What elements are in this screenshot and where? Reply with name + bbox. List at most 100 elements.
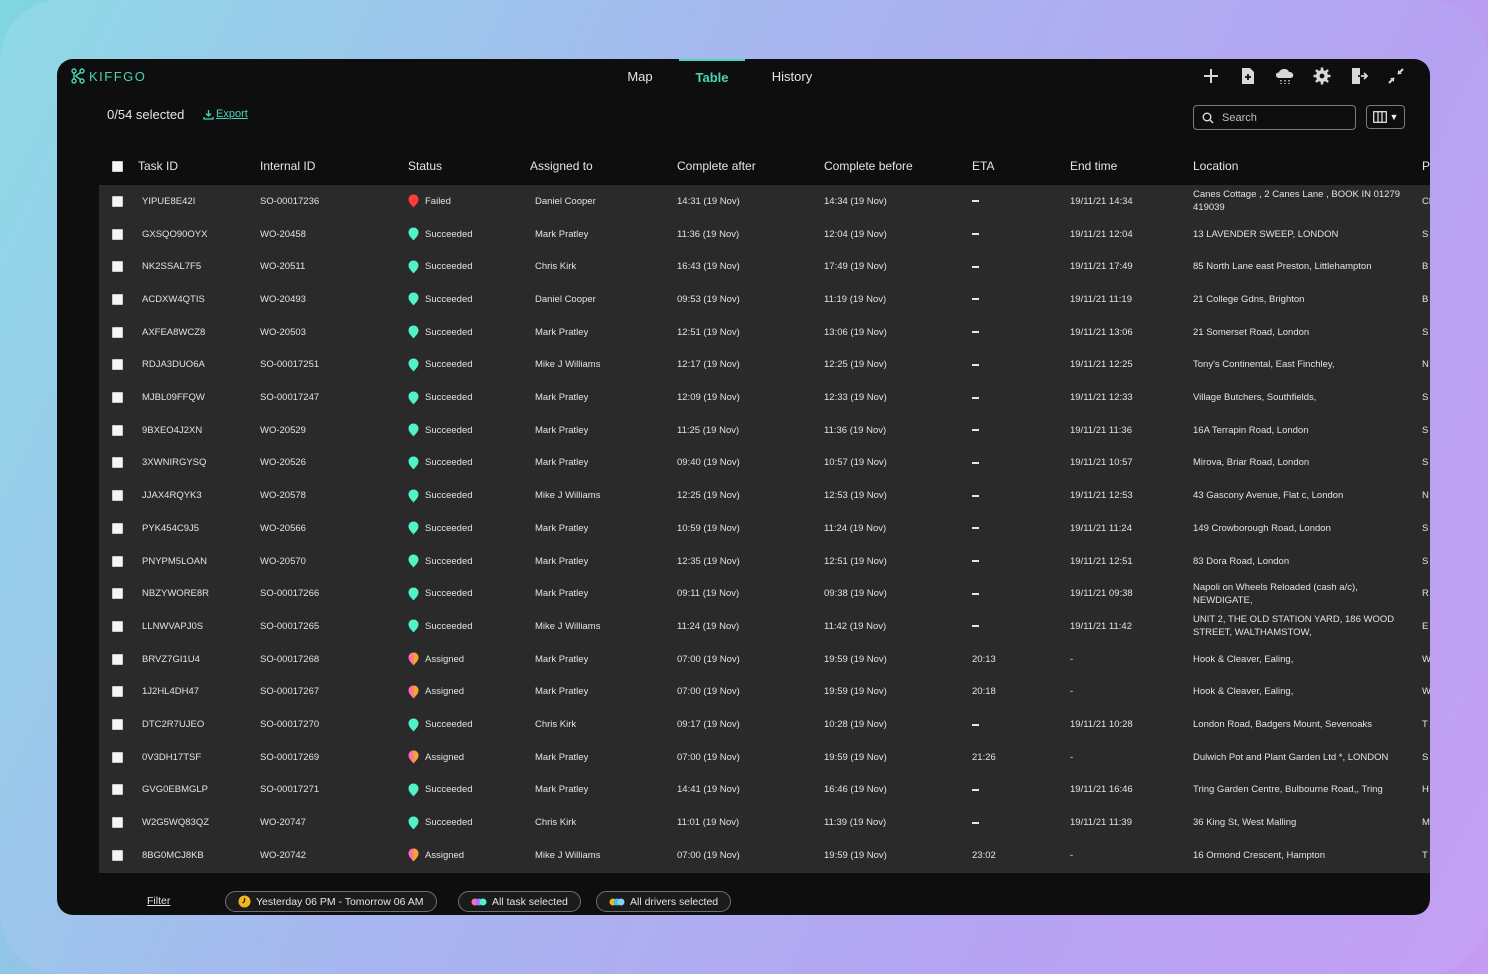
search-input[interactable] — [1222, 111, 1342, 124]
row-checkbox[interactable] — [112, 588, 123, 600]
row-checkbox-cell — [112, 774, 123, 807]
top-bar: KIFFGO Map Table History — [57, 59, 1430, 93]
complete-before-cell: 14:34 (19 Nov) — [824, 195, 887, 207]
location-cell: Dulwich Pot and Plant Garden Ltd *, LOND… — [1193, 751, 1389, 763]
row-checkbox[interactable] — [112, 555, 123, 567]
row-checkbox[interactable] — [112, 784, 123, 796]
table-row[interactable]: DTC2R7UJEO SO-00017270 Succeeded Chris Kirk… — [99, 708, 1430, 741]
internal-id-cell: SO-00017270 — [260, 719, 320, 731]
table-row[interactable]: PNYPM5LOAN WO-20570 Succeeded Mark Pratley 1… — [99, 545, 1430, 578]
select-all-checkbox[interactable] — [112, 160, 123, 172]
complete-before-cell: 10:28 (19 Nov) — [824, 719, 887, 731]
column-header-p[interactable]: P — [1422, 147, 1430, 185]
row-checkbox[interactable] — [112, 293, 123, 305]
column-header-complete-after[interactable]: Complete after — [677, 147, 756, 185]
row-checkbox[interactable] — [112, 261, 123, 273]
column-header-location[interactable]: Location — [1193, 147, 1238, 185]
row-checkbox[interactable] — [112, 719, 123, 731]
row-checkbox[interactable] — [112, 195, 123, 207]
column-header-internal-id[interactable]: Internal ID — [260, 147, 315, 185]
status-cell: Succeeded — [408, 414, 473, 447]
columns-toggle-button[interactable]: ▼ — [1366, 105, 1405, 129]
gear-icon[interactable] — [1310, 64, 1334, 88]
plus-icon[interactable] — [1199, 64, 1223, 88]
row-checkbox[interactable] — [112, 522, 123, 534]
time-range-chip[interactable]: Yesterday 06 PM - Tomorrow 06 AM — [225, 891, 437, 912]
row-checkbox[interactable] — [112, 620, 123, 632]
location-cell: 13 LAVENDER SWEEP, LONDON — [1193, 228, 1339, 240]
row-checkbox[interactable] — [112, 849, 123, 861]
table-row[interactable]: RDJA3DUO6A SO-00017251 Succeeded Mike J Wil… — [99, 349, 1430, 382]
row-checkbox-cell — [112, 577, 123, 610]
table-row[interactable]: BRVZ7GI1U4 SO-00017268 Assigned Mark Pratle… — [99, 643, 1430, 676]
table-row[interactable]: 3XWNIRGYSQ WO-20526 Succeeded Mark Pratley 0… — [99, 447, 1430, 480]
column-header-complete-before[interactable]: Complete before — [824, 147, 913, 185]
row-checkbox-cell — [112, 676, 123, 709]
row-checkbox[interactable] — [112, 228, 123, 240]
driver-filter-chip[interactable]: All drivers selected — [596, 891, 732, 912]
table-row[interactable]: LLNWVAPJ0S SO-00017265 Succeeded Mike J Wil… — [99, 610, 1430, 643]
table-row[interactable]: PYK454C9J5 WO-20566 Succeeded Mark Pratley 1… — [99, 512, 1430, 545]
p-cell: S — [1422, 424, 1429, 436]
table-row[interactable]: AXFEA8WCZ8 WO-20503 Succeeded Mark Pratley 1… — [99, 316, 1430, 349]
table-row[interactable]: 8BG0MCJ8KB WO-20742 Assigned Mike J William… — [99, 839, 1430, 872]
table-row[interactable]: MJBL09FFQW SO-00017247 Succeeded Mark Pratl… — [99, 381, 1430, 414]
export-link[interactable]: Export — [203, 108, 248, 120]
eta-cell — [972, 512, 979, 545]
table-row[interactable]: GXSQO90OYX WO-20458 Succeeded Mark Pratley 1… — [99, 218, 1430, 251]
complete-before-cell: 11:39 (19 Nov) — [824, 817, 887, 829]
column-header-task-id[interactable]: Task ID — [138, 147, 178, 185]
column-header-assigned-to[interactable]: Assigned to — [530, 147, 593, 185]
kiffgo-logo[interactable]: KIFFGO — [71, 68, 146, 84]
row-checkbox[interactable] — [112, 392, 123, 404]
eta-cell — [972, 610, 979, 643]
row-checkbox[interactable] — [112, 359, 123, 371]
end-time-cell: 19/11/21 10:57 — [1070, 457, 1133, 469]
toolbar-icons — [1199, 64, 1408, 88]
export-label: Export — [216, 108, 248, 120]
row-checkbox[interactable] — [112, 326, 123, 338]
new-document-icon[interactable] — [1236, 64, 1260, 88]
status-cell: Assigned — [408, 839, 464, 872]
table-row[interactable]: ACDXW4QTIS WO-20493 Succeeded Daniel Cooper… — [99, 283, 1430, 316]
row-checkbox[interactable] — [112, 653, 123, 665]
row-checkbox[interactable] — [112, 686, 123, 698]
column-header-eta[interactable]: ETA — [972, 147, 994, 185]
task-id-cell: PNYPM5LOAN — [142, 555, 207, 567]
filter-link[interactable]: Filter — [147, 895, 170, 907]
column-header-end-time[interactable]: End time — [1070, 147, 1117, 185]
table-row[interactable]: W2G5WQ83QZ WO-20747 Succeeded Chris Kirk 11:… — [99, 806, 1430, 839]
table-row[interactable]: JJAX4RQYK3 WO-20578 Succeeded Mike J Willia… — [99, 479, 1430, 512]
location-cell: London Road, Badgers Mount, Sevenoaks — [1193, 719, 1373, 731]
table-row[interactable]: 1J2HL4DH47 SO-00017267 Assigned Mark Pratle… — [99, 676, 1430, 709]
table-row[interactable]: YIPUE8E42I SO-00017236 Failed Daniel Cooper… — [99, 185, 1430, 218]
table-row[interactable]: 9BXEO4J2XN WO-20529 Succeeded Mark Pratley 1… — [99, 414, 1430, 447]
internal-id-cell: WO-20566 — [260, 522, 306, 534]
task-id-cell: BRVZ7GI1U4 — [142, 653, 200, 665]
task-id-cell: 8BG0MCJ8KB — [142, 849, 204, 861]
column-header-status[interactable]: Status — [408, 147, 442, 185]
p-cell: N — [1422, 490, 1429, 502]
logout-icon[interactable] — [1347, 64, 1371, 88]
row-checkbox[interactable] — [112, 817, 123, 829]
tab-map[interactable]: Map — [609, 59, 671, 93]
table-row[interactable]: NK2SSAL7F5 WO-20511 Succeeded Chris Kirk 16:… — [99, 250, 1430, 283]
tab-table[interactable]: Table — [679, 59, 745, 93]
collapse-icon[interactable] — [1384, 64, 1408, 88]
complete-before-cell: 16:46 (19 Nov) — [824, 784, 887, 796]
assigned-to-cell: Mark Pratley — [535, 686, 589, 698]
row-checkbox[interactable] — [112, 457, 123, 469]
row-checkbox[interactable] — [112, 751, 123, 763]
end-time-cell: 19/11/21 13:06 — [1070, 326, 1133, 338]
task-filter-chip[interactable]: All task selected — [458, 891, 581, 912]
cloud-upload-icon[interactable] — [1273, 64, 1297, 88]
row-checkbox-cell — [112, 283, 123, 316]
row-checkbox[interactable] — [112, 424, 123, 436]
table-row[interactable]: 0V3DH17TSF SO-00017269 Assigned Mark Pratle… — [99, 741, 1430, 774]
empty-dash — [972, 625, 979, 628]
status-label: Succeeded — [425, 261, 473, 273]
tab-history[interactable]: History — [749, 59, 835, 93]
table-row[interactable]: GVG0EBMGLP SO-00017271 Succeeded Mark Pratl… — [99, 774, 1430, 807]
table-row[interactable]: NBZYWORE8R SO-00017266 Succeeded Mark Pratl… — [99, 577, 1430, 610]
row-checkbox[interactable] — [112, 490, 123, 502]
